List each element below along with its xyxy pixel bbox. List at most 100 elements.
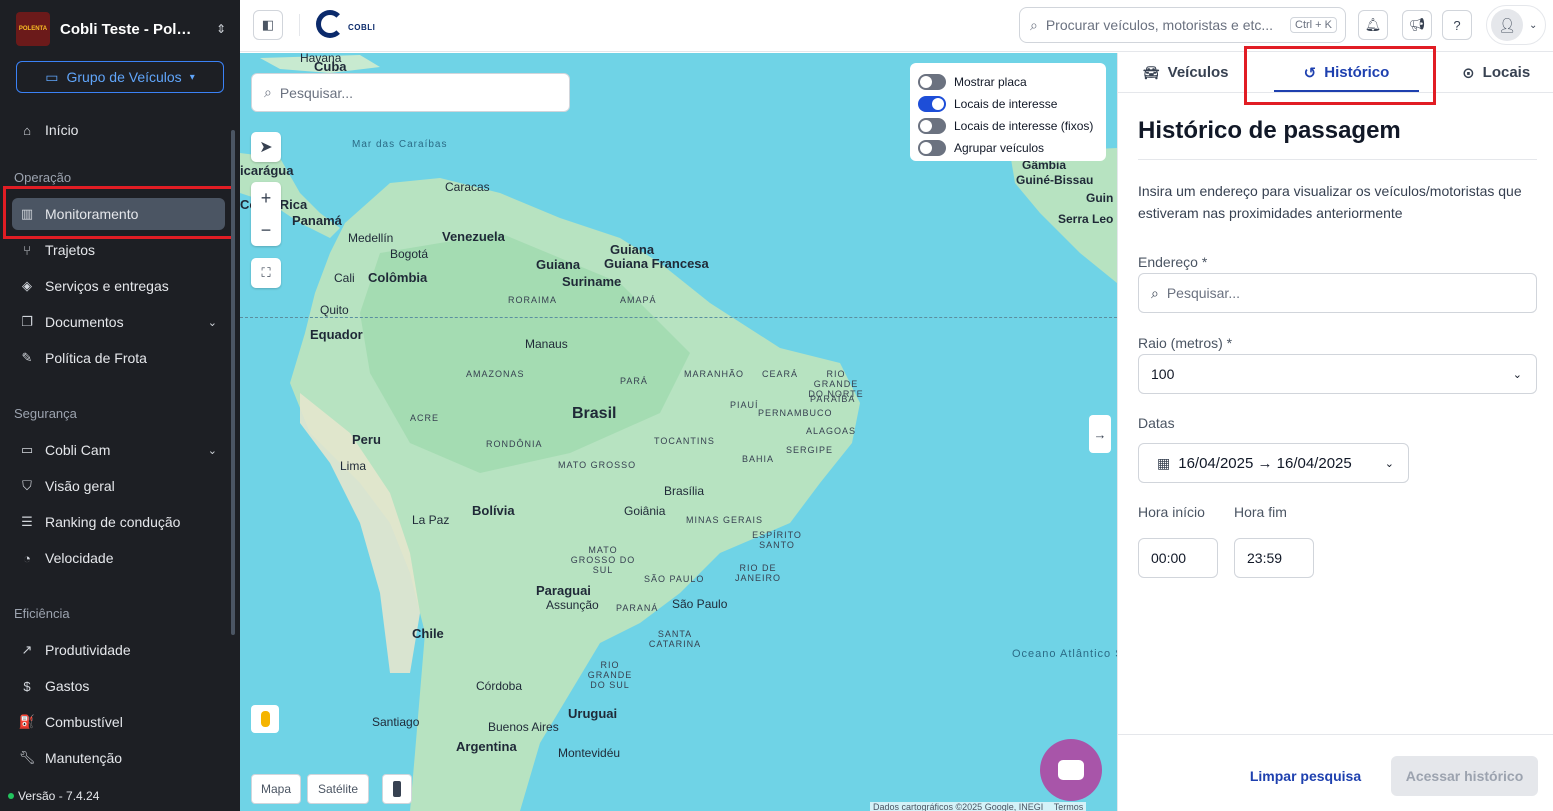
help-button[interactable]: ?: [1442, 10, 1472, 40]
map-label: Medellín: [348, 231, 394, 245]
map-label: SERGIPE: [786, 445, 834, 455]
sidebar-item-ranking[interactable]: ☰ Ranking de condução: [12, 506, 225, 538]
date-range-picker[interactable]: ▦ 16/04/2025 → 16/04/2025 ⌄: [1138, 443, 1409, 483]
list-icon: ☰: [21, 514, 33, 529]
sidebar-item-label: Ranking de condução: [45, 514, 181, 530]
sidebar-item-expenses[interactable]: $ Gastos: [12, 670, 225, 702]
toggle-fixed-points[interactable]: Locais de interesse (fixos): [918, 115, 1098, 137]
notifications-button[interactable]: 🔔︎: [1358, 10, 1388, 40]
toggle-group-vehicles[interactable]: Agrupar veículos: [918, 137, 1098, 159]
radius-label: Raio (metros) *: [1138, 335, 1233, 351]
toggle-switch[interactable]: [918, 140, 946, 156]
calendar-icon: ▦: [1157, 454, 1171, 471]
map-label: ALAGOAS: [806, 426, 857, 436]
sidebar-item-productivity[interactable]: ↗ Produtividade: [12, 634, 225, 666]
navigation-arrow-icon: ➤: [259, 139, 273, 156]
expand-panel-button[interactable]: →: [1089, 415, 1111, 453]
map-label: Oceano Atlântico Sul: [1012, 648, 1117, 660]
fullscreen-button[interactable]: ⛶: [251, 258, 281, 288]
sidebar-item-cobli-cam[interactable]: ▭ Cobli Cam ⌄: [12, 434, 225, 466]
street-view-button[interactable]: [251, 705, 279, 733]
map-label: Assunção: [546, 598, 599, 612]
end-time-input[interactable]: 23:59: [1234, 538, 1314, 578]
brand-logo[interactable]: COBLI: [316, 10, 375, 38]
terms-link[interactable]: Termos: [1054, 802, 1084, 811]
toggle-points-of-interest[interactable]: Locais de interesse: [918, 93, 1098, 115]
speedometer-icon: ◔: [23, 550, 31, 566]
sidebar-item-label: Gastos: [45, 678, 90, 694]
org-name: Cobli Teste - Polen...: [60, 20, 196, 38]
map-type-map-button[interactable]: Mapa: [251, 774, 301, 804]
sidebar-item-label: Velocidade: [45, 550, 114, 566]
page-title: Histórico de passagem: [1138, 117, 1401, 144]
map-label: Brasília: [664, 484, 705, 498]
toggle-show-plate[interactable]: Mostrar placa: [918, 71, 1098, 93]
traffic-light-icon: [393, 781, 401, 797]
sidebar-item-maintenance[interactable]: 🔧︎ Manutenção: [12, 742, 225, 774]
tab-places[interactable]: ⊙ Locais: [1439, 53, 1553, 92]
camera-icon: ▭: [20, 442, 34, 457]
sidebar-item-label: Serviços e entregas: [45, 278, 169, 294]
map-label: Colômbia: [368, 270, 428, 285]
chevron-down-icon: ⌄: [1384, 457, 1394, 470]
traffic-layer-button[interactable]: [382, 774, 412, 804]
map-label: RORAIMA: [508, 295, 558, 305]
map-label: RIO DE JANEIRO: [734, 563, 781, 583]
map-label: AMAPÁ: [620, 295, 657, 305]
user-menu[interactable]: 👤︎ ⌄: [1486, 5, 1546, 45]
tab-label: Veículos: [1167, 64, 1229, 81]
toggle-switch[interactable]: [918, 118, 946, 134]
map-label: BAHIA: [742, 454, 775, 464]
megaphone-icon: 📢︎: [1408, 17, 1426, 32]
vehicle-group-button[interactable]: ▭ Grupo de Veículos ▾: [16, 61, 224, 93]
map-label: PERNAMBUCO: [758, 408, 833, 418]
fuel-icon: ⛽: [18, 714, 36, 729]
map-label: Venezuela: [442, 229, 505, 244]
map-label: SANTA CATARINA: [648, 629, 702, 649]
zoom-out-button[interactable]: −: [251, 214, 281, 246]
address-input[interactable]: ⌕ Pesquisar...: [1138, 273, 1537, 313]
access-history-button[interactable]: Acessar histórico: [1391, 756, 1538, 796]
collapse-sidebar-button[interactable]: ◧: [253, 10, 283, 40]
map-label: Mar das Caraíbas: [352, 139, 448, 150]
sidebar-item-routes[interactable]: ⑂ Trajetos: [12, 234, 225, 266]
clear-search-button[interactable]: Limpar pesquisa: [1248, 756, 1363, 796]
map-label: La Paz: [412, 513, 450, 527]
tab-vehicles[interactable]: 🚘︎ Veículos: [1118, 53, 1254, 92]
equator-line: [240, 317, 1117, 318]
toggle-switch[interactable]: [918, 96, 946, 112]
map-label: Manaus: [525, 337, 568, 351]
arrow-right-icon: →: [1093, 426, 1107, 442]
sidebar-item-fuel[interactable]: ⛽ Combustível: [12, 706, 225, 738]
sidebar-item-home[interactable]: ⌂ Início: [12, 114, 225, 146]
announcements-button[interactable]: 📢︎: [1402, 10, 1432, 40]
start-time-label: Hora início: [1138, 504, 1205, 520]
map-attribution: Dados cartográficos ©2025 Google, INEGI …: [870, 802, 1087, 811]
map-area[interactable]: Havana Cuba Mar das Caraíbas icarágua Co…: [240, 53, 1117, 811]
sidebar-item-policy[interactable]: ✎ Política de Frota: [12, 342, 225, 374]
history-panel: 🚘︎ Veículos ↺ Histórico ⊙ Locais Históri…: [1117, 46, 1553, 811]
sidebar-scrollbar[interactable]: [231, 130, 235, 635]
chevron-down-icon: ⌄: [207, 444, 217, 457]
org-switcher[interactable]: POLENTA Cobli Teste - Polen... ⇕: [16, 12, 226, 46]
global-search-input[interactable]: ⌕ Procurar veículos, motoristas e etc...…: [1019, 7, 1346, 43]
map-type-satellite-button[interactable]: Satélite: [307, 774, 369, 804]
shortcut-badge: Ctrl + K: [1290, 17, 1337, 33]
sidebar-item-documents[interactable]: ❐ Documentos ⌄: [12, 306, 225, 338]
radius-select[interactable]: 100 ⌄: [1138, 354, 1537, 394]
zoom-in-button[interactable]: +: [251, 182, 281, 214]
toggle-label: Mostrar placa: [954, 75, 1027, 89]
sidebar-item-label: Trajetos: [45, 242, 96, 258]
locate-button[interactable]: ➤: [251, 132, 281, 162]
attribution-text: Dados cartográficos ©2025 Google, INEGI: [873, 802, 1044, 811]
toggle-switch[interactable]: [918, 74, 946, 90]
map-label: Uruguai: [568, 706, 618, 721]
chat-button[interactable]: [1040, 739, 1102, 801]
sidebar-item-overview[interactable]: ⛉ Visão geral: [12, 470, 225, 502]
address-placeholder: Pesquisar...: [1166, 285, 1240, 301]
map-search-input[interactable]: ⌕ Pesquisar...: [251, 73, 570, 112]
start-time-input[interactable]: 00:00: [1138, 538, 1218, 578]
sidebar-item-speed[interactable]: ◔ Velocidade: [12, 542, 225, 574]
sidebar-item-services[interactable]: ◈ Serviços e entregas: [12, 270, 225, 302]
map-label: Suriname: [562, 274, 622, 289]
